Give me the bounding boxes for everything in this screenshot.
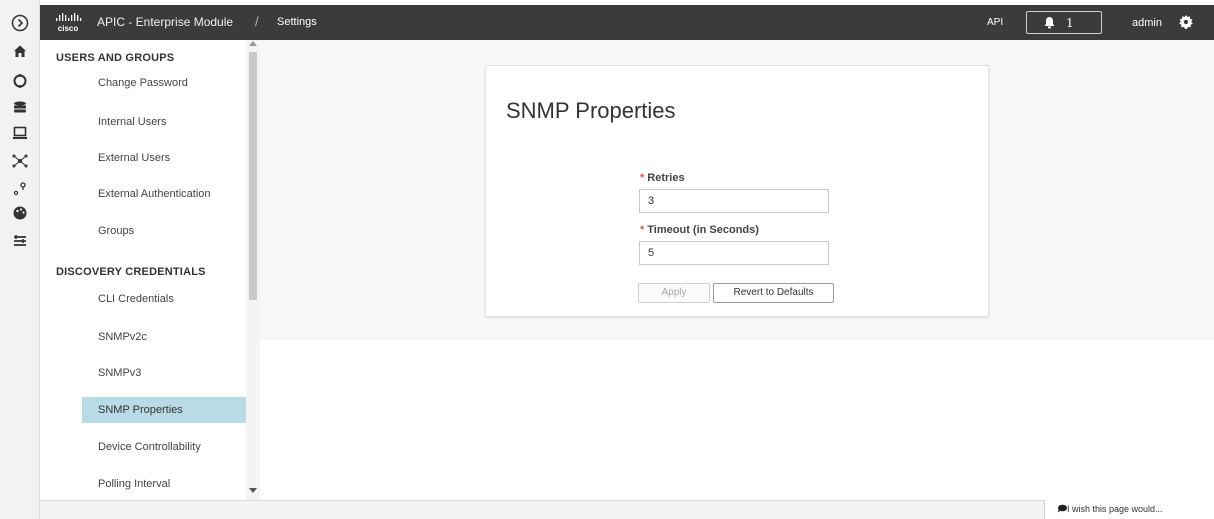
feedback-text: I wish this page would... <box>1067 504 1163 514</box>
retries-label: * Retries <box>640 172 685 184</box>
sidebar-item-polling-interval[interactable]: Polling Interval <box>82 471 247 497</box>
timeout-input[interactable] <box>639 241 829 265</box>
sidebar-item-external-users[interactable]: External Users <box>82 145 247 171</box>
expand-icon[interactable] <box>9 12 31 34</box>
home-icon[interactable] <box>9 40 31 62</box>
sidebar-item-snmpv2c[interactable]: SNMPv2c <box>82 324 247 350</box>
scroll-down-arrow-icon[interactable] <box>249 488 257 493</box>
snmp-properties-card: SNMP Properties *Retries *Timeout (in Se… <box>485 65 989 317</box>
alerts-count: 1 <box>1066 15 1074 30</box>
page-title: SNMP Properties <box>506 98 676 123</box>
breadcrumb-separator: / <box>255 14 259 29</box>
logo-text: cisco <box>58 24 79 33</box>
location-icon[interactable] <box>9 178 31 200</box>
timeout-label-text: Timeout (in Seconds) <box>647 224 759 236</box>
cisco-logo[interactable]: cisco <box>54 12 88 34</box>
gear-icon[interactable] <box>1178 14 1194 30</box>
scrollbar-thumb[interactable] <box>249 52 257 300</box>
section-discovery-credentials: DISCOVERY CREDENTIALS <box>56 266 206 278</box>
sidebar-item-groups[interactable]: Groups <box>82 218 247 244</box>
database-icon[interactable] <box>9 97 31 119</box>
settings-sidebar: USERS AND GROUPS Change Password Interna… <box>40 40 260 500</box>
topology-icon[interactable] <box>9 70 31 92</box>
revert-to-defaults-button[interactable]: Revert to Defaults <box>713 283 834 303</box>
required-mark: * <box>640 172 645 184</box>
api-link[interactable]: API <box>987 17 1003 28</box>
sidebar-item-snmp-properties[interactable]: SNMP Properties <box>82 397 247 423</box>
sidebar-scrollbar[interactable] <box>246 40 260 500</box>
scroll-up-arrow-icon[interactable] <box>249 41 257 46</box>
chat-bubble-icon <box>1057 504 1067 513</box>
apply-button[interactable]: Apply <box>638 283 710 303</box>
section-users-and-groups: USERS AND GROUPS <box>56 52 175 64</box>
policy-icon[interactable] <box>9 230 31 252</box>
palette-icon[interactable] <box>9 202 31 224</box>
app-name: APIC - Enterprise Module <box>97 15 234 29</box>
sidebar-item-change-password[interactable]: Change Password <box>82 70 247 96</box>
network-icon[interactable] <box>9 150 31 172</box>
retries-label-text: Retries <box>647 172 685 184</box>
sidebar-item-internal-users[interactable]: Internal Users <box>82 109 247 135</box>
sidebar-item-snmpv3[interactable]: SNMPv3 <box>82 360 247 386</box>
breadcrumb-settings: Settings <box>277 16 317 28</box>
footer-bar <box>40 500 1214 519</box>
top-bar: cisco APIC - Enterprise Module / Setting… <box>40 5 1214 40</box>
user-menu[interactable]: admin <box>1132 17 1162 29</box>
sidebar-item-cli-credentials[interactable]: CLI Credentials <box>82 286 247 312</box>
feedback-button[interactable]: I wish this page would... <box>1044 500 1214 519</box>
timeout-label: * Timeout (in Seconds) <box>640 224 759 236</box>
icon-rail <box>0 0 40 519</box>
alerts-button[interactable]: 1 <box>1026 11 1102 34</box>
retries-input[interactable] <box>639 189 829 213</box>
bell-icon <box>1044 17 1055 29</box>
device-icon[interactable] <box>9 122 31 144</box>
sidebar-item-external-authentication[interactable]: External Authentication <box>82 181 247 207</box>
required-mark: * <box>640 224 645 236</box>
sidebar-item-device-controllability[interactable]: Device Controllability <box>82 434 247 460</box>
